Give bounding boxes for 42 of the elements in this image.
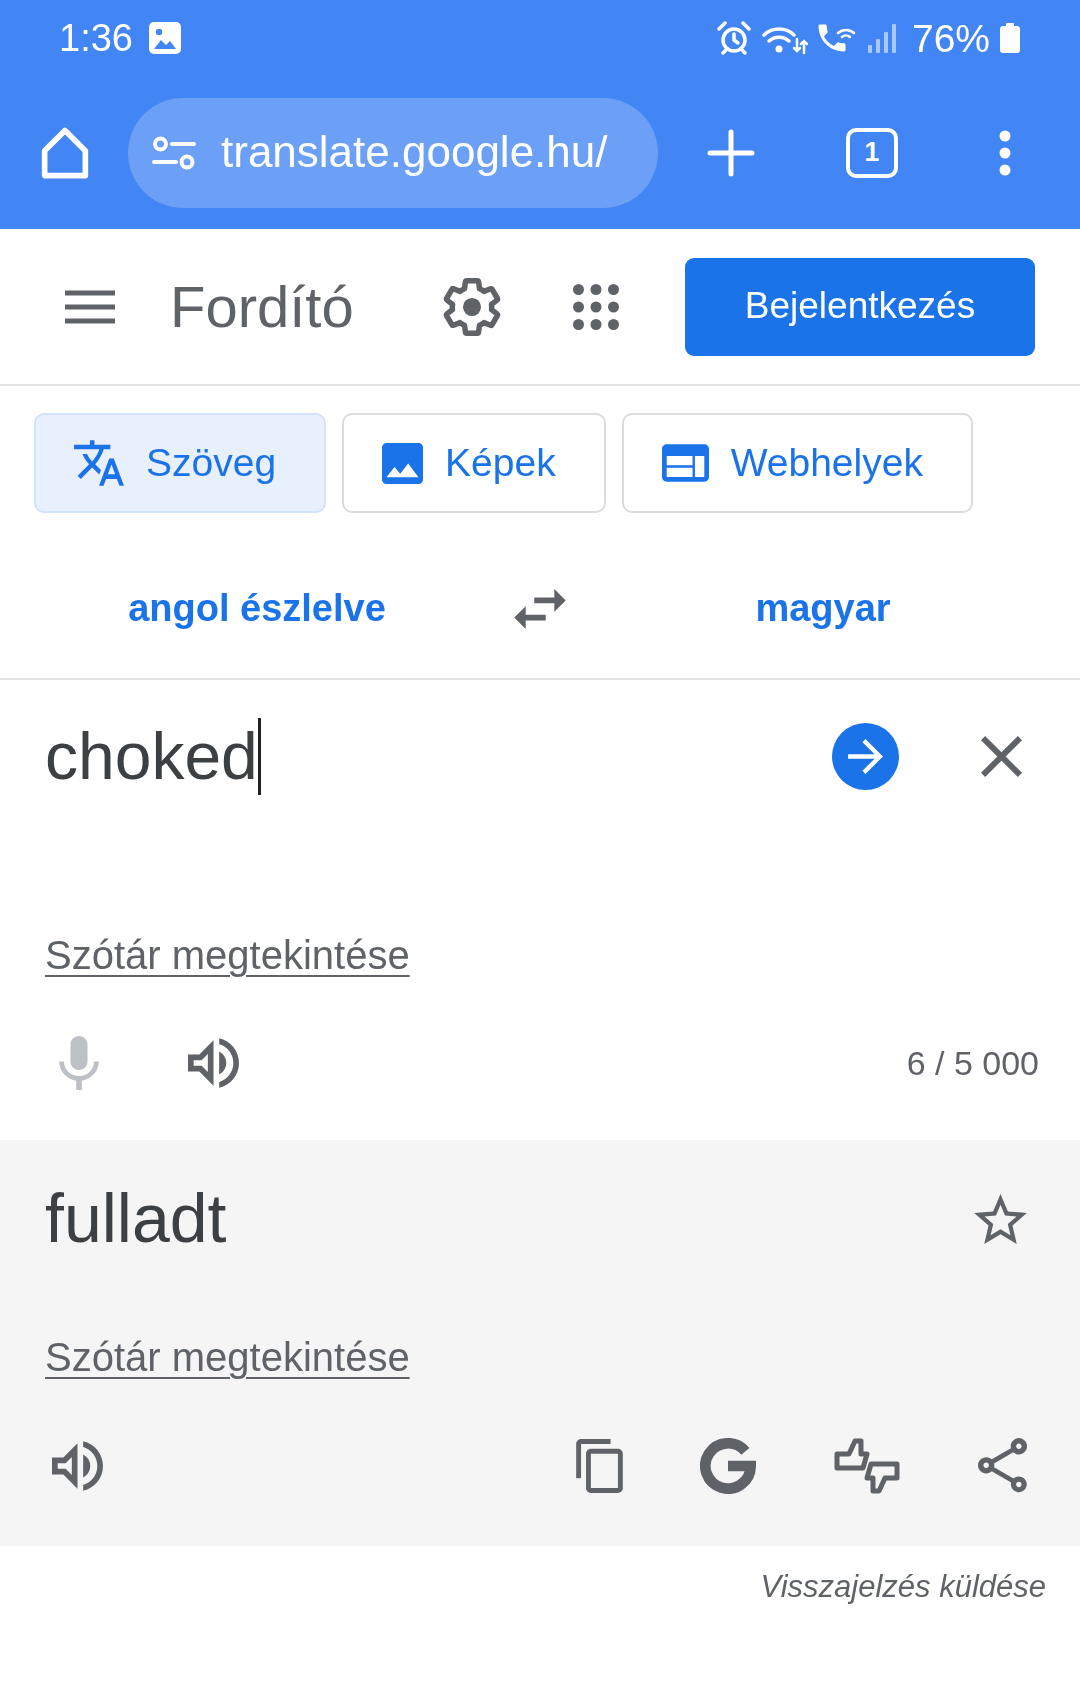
- star-icon[interactable]: [974, 1193, 1027, 1244]
- web-layout-icon: [661, 444, 709, 482]
- translation-text: fulladt: [45, 1180, 227, 1257]
- target-language-button[interactable]: magyar: [751, 585, 895, 632]
- settings-icon[interactable]: [443, 277, 501, 336]
- mode-tab[interactable]: Képek: [342, 413, 606, 513]
- address-bar[interactable]: translate.google.hu/: [128, 97, 658, 208]
- source-input[interactable]: choked: [45, 718, 832, 795]
- speaker-icon[interactable]: [188, 1038, 239, 1088]
- battery-percentage: 76%: [911, 18, 990, 58]
- thumbs-up-down-icon[interactable]: [833, 1436, 901, 1496]
- app-title: Fordító: [170, 272, 354, 341]
- battery-icon: [1000, 23, 1020, 53]
- g-icon[interactable]: [700, 1438, 756, 1494]
- dictionary-link[interactable]: Szótár megtekintése: [45, 1335, 410, 1379]
- alarm-icon: [716, 21, 751, 55]
- speaker-icon[interactable]: [52, 1441, 103, 1491]
- mode-tab[interactable]: Szöveg: [34, 413, 327, 513]
- share-icon[interactable]: [978, 1438, 1027, 1494]
- feedback-link[interactable]: Visszajelzés küldése: [760, 1567, 1046, 1607]
- character-counter: 6 / 5 000: [906, 1042, 1039, 1084]
- image-icon: [148, 22, 181, 54]
- signal-icon: [865, 23, 898, 53]
- new-tab-icon[interactable]: [707, 128, 755, 177]
- swap-icon[interactable]: [514, 588, 566, 629]
- menu-icon[interactable]: [65, 289, 115, 324]
- apps-grid-icon[interactable]: [573, 283, 619, 330]
- tab-switcher-button[interactable]: 1: [846, 127, 898, 178]
- sign-in-button[interactable]: Bejelentkezés: [685, 257, 1035, 356]
- home-icon[interactable]: [41, 126, 89, 179]
- translate-icon: [74, 440, 124, 486]
- wifi-calling-icon: [817, 23, 856, 53]
- image-icon: [382, 442, 424, 484]
- arrow-circle-icon[interactable]: [832, 723, 899, 790]
- mode-tab[interactable]: Webhelyek: [621, 413, 973, 513]
- more-icon[interactable]: [999, 129, 1011, 176]
- tune-icon: [152, 134, 196, 171]
- source-language-button[interactable]: angol észlelve: [124, 585, 390, 632]
- dictionary-link[interactable]: Szótár megtekintése: [45, 933, 410, 977]
- close-icon[interactable]: [981, 736, 1022, 777]
- copy-icon[interactable]: [576, 1439, 623, 1493]
- status-time: 1:36: [59, 19, 133, 57]
